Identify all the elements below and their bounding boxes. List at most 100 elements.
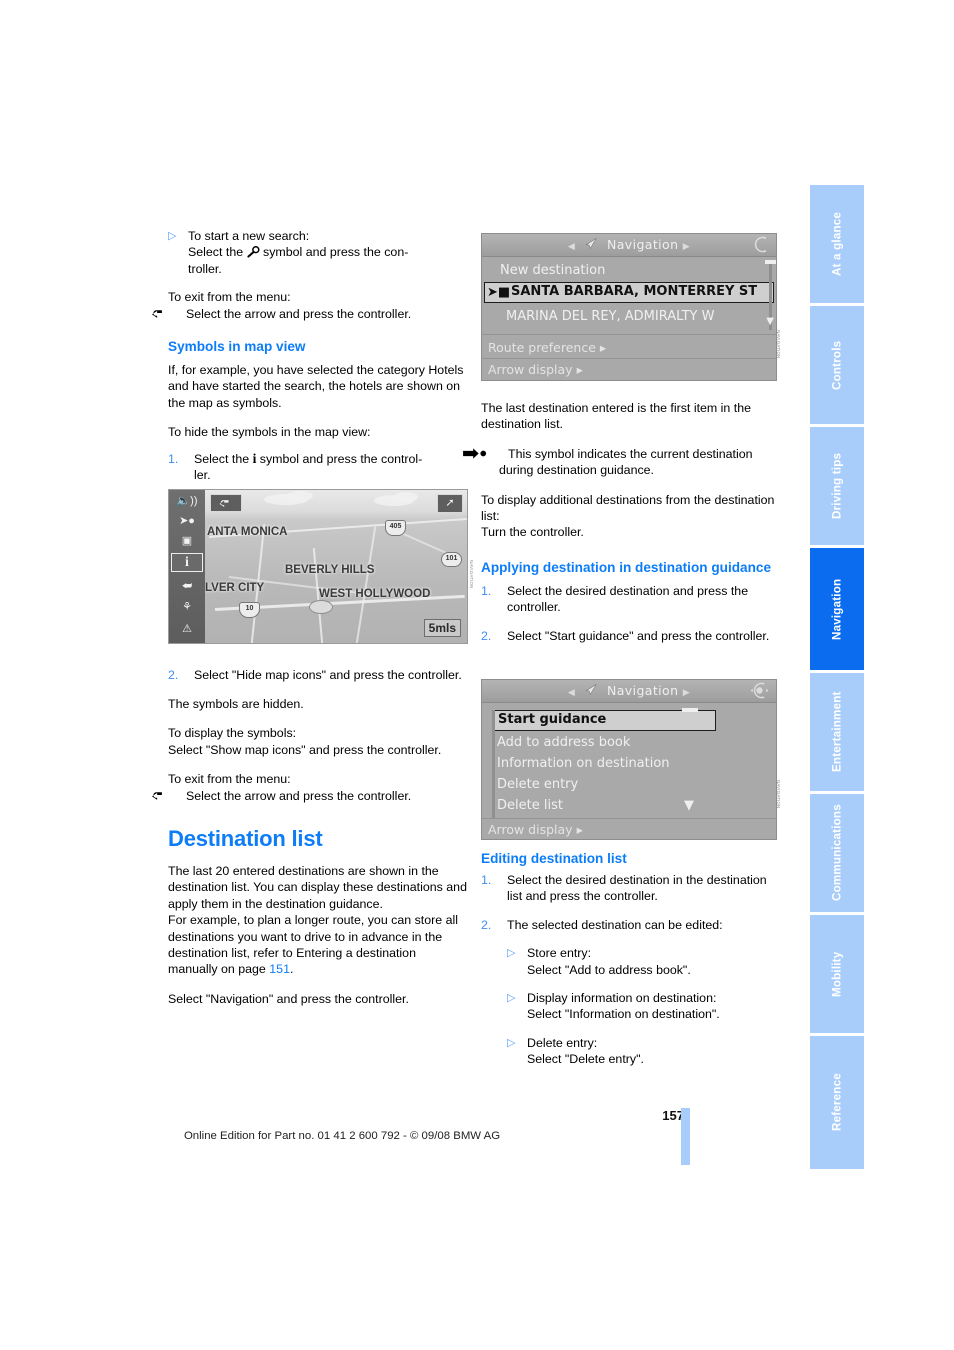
hide-symbols-step-2: 2. Select "Hide map icons" and press the… <box>168 667 468 683</box>
chevron-right-icon[interactable]: ▶ <box>683 688 690 698</box>
applying-step-2: 2. Select "Start guidance" and press the… <box>481 628 781 644</box>
map-view-screenshot: 405 101 10 ANTA MONICA BEVERLY HILLS LVE… <box>168 489 468 644</box>
right-column: The last destination entered is the firs… <box>463 400 781 656</box>
sidebar-tab-mobility[interactable]: Mobility <box>810 915 864 1033</box>
map-label: WEST HOLLYWOOD <box>319 588 431 600</box>
sidebar-tab-navigation[interactable]: Navigation <box>810 548 864 670</box>
destination-list-paragraph-2: For example, to plan a longer route, you… <box>168 912 468 978</box>
map-back-arrow-button[interactable] <box>210 494 242 512</box>
tab-label: Driving tips <box>830 452 844 520</box>
idrive-title: Navigation <box>606 237 679 252</box>
figure-code-nav1: NAVIGATION <box>776 330 781 359</box>
step-number: 2. <box>481 628 492 643</box>
back-arrow-icon <box>152 307 183 318</box>
scroll-down-arrow-icon[interactable]: ▼ <box>684 798 694 813</box>
destination-list-paragraph-3: Select "Navigation" and press the contro… <box>168 991 409 1006</box>
scrollbar-track-left[interactable] <box>492 710 495 818</box>
menu-item-route-preference[interactable]: Route preference ▸ <box>488 340 606 355</box>
chevron-left-icon[interactable]: ◀ <box>568 688 575 698</box>
menu-item-information-on-destination[interactable]: Information on destination <box>497 753 770 774</box>
destination-arrow-icon[interactable]: ➤● <box>172 513 202 530</box>
bullet-new-search: ▷ To start a new search: Select the symb… <box>168 228 468 277</box>
current-destination-arrow-icon: ➤■ <box>487 285 511 300</box>
map-label: ANTA MONICA <box>207 526 288 538</box>
tab-label: Controls <box>830 340 844 390</box>
sidebar-tab-controls[interactable]: Controls <box>810 306 864 424</box>
exit-menu-action-text-2: Select the arrow and press the controlle… <box>186 788 412 803</box>
junction-icon[interactable]: ⚘ <box>172 599 202 616</box>
symbols-hidden-text: The symbols are hidden. <box>168 696 304 711</box>
page-reference-link[interactable]: 151 <box>269 962 290 976</box>
navigation-compass-icon <box>584 235 598 257</box>
footer-edition-text: Online Edition for Part no. 01 41 2 600 … <box>183 1130 501 1142</box>
right-p3-line1: To display additional destinations from … <box>481 492 775 524</box>
applying-step-1: 1. Select the desired destination and pr… <box>481 583 781 616</box>
map-label: LVER CITY <box>205 582 265 594</box>
footer-accent-bar <box>681 1108 690 1165</box>
highway-shield-101: 101 <box>441 552 462 567</box>
menu-item-add-to-address-book[interactable]: Add to address book <box>497 732 770 753</box>
navigation-compass-icon <box>584 681 598 703</box>
warning-icon[interactable]: ⚠ <box>172 621 202 638</box>
figure-code-nav2: NAVIGATION <box>776 780 781 809</box>
scroll-down-arrow-icon[interactable]: ▼ <box>766 316 774 327</box>
sidebar-tab-communications[interactable]: Communications <box>810 794 864 912</box>
exit-menu-intro-2: To exit from the menu: <box>168 772 291 787</box>
heading-destination-list: Destination list <box>168 825 323 851</box>
map-north-arrow-icon[interactable]: ➚ <box>437 494 463 513</box>
substep-line2: Select "Add to address book". <box>527 962 691 977</box>
sidebar-tab-entertainment[interactable]: Entertainment <box>810 673 864 791</box>
chevron-right-icon: ▸ <box>599 340 607 355</box>
tab-label: Entertainment <box>830 691 844 773</box>
sidebar-tab-at-a-glance[interactable]: At a glance <box>810 185 864 303</box>
chevron-right-icon[interactable]: ▶ <box>683 242 690 252</box>
menu-item-arrow-display[interactable]: Arrow display ▸ <box>488 362 583 377</box>
idrive-header: ◀ Navigation ▶ <box>482 680 776 703</box>
menu-item-start-guidance[interactable]: Start guidance <box>492 710 716 731</box>
substep-line2: Select "Delete entry". <box>527 1052 644 1067</box>
speaker-icon[interactable]: 🔈)) <box>172 493 202 510</box>
heading-applying-destination: Applying destination in destination guid… <box>481 559 772 575</box>
destination-list-paragraph-1: The last 20 entered destinations are sho… <box>168 863 467 911</box>
highway-shield-10: 10 <box>239 602 260 618</box>
vehicle-position-marker <box>309 600 333 614</box>
exit-menu-action-text-1: Select the arrow and press the controlle… <box>186 306 412 321</box>
display-symbols-action: Select "Show map icons" and press the co… <box>168 742 442 757</box>
navigation-menu-screenshot: ◀ Navigation ▶ New destination ➤■SANTA B… <box>481 233 777 381</box>
route-icon[interactable]: ⮨ <box>172 578 202 595</box>
tab-label: Mobility <box>830 951 844 997</box>
scrollbar-thumb[interactable] <box>765 260 776 264</box>
menu-item-santa-barbara[interactable]: ➤■SANTA BARBARA, MONTERREY ST <box>484 282 774 303</box>
sidebar-tab-reference[interactable]: Reference <box>810 1036 864 1169</box>
menu-item-new-destination[interactable]: New destination <box>500 260 770 281</box>
step-body: Select "Hide map icons" and press the co… <box>194 668 462 683</box>
chevron-left-icon[interactable]: ◀ <box>568 242 575 252</box>
exit-menu-action-1: Select the arrow and press the controlle… <box>152 306 468 322</box>
scrollbar-thumb[interactable] <box>682 708 698 712</box>
back-arrow-icon <box>152 789 183 800</box>
step-body: Select "Start guidance" and press the co… <box>507 628 770 643</box>
search-icon <box>246 246 260 258</box>
step-number: 2. <box>481 917 492 932</box>
menu-divider <box>482 818 776 819</box>
submenu-label: Arrow display <box>488 362 573 377</box>
step1-post: symbol and press the control- <box>259 451 423 466</box>
current-destination-arrow-icon <box>463 447 505 459</box>
cloud-shape <box>287 491 313 501</box>
manual-page: ▷ To start a new search: Select the symb… <box>0 0 954 1350</box>
menu-item-arrow-display[interactable]: Arrow display ▸ <box>488 822 583 837</box>
menu-divider <box>482 358 776 359</box>
menu-item-delete-list[interactable]: Delete list <box>497 795 770 816</box>
right-paragraph-3: To display additional destinations from … <box>481 492 781 541</box>
substep-line1: Delete entry: <box>527 1035 598 1050</box>
menu-item-marina-del-rey[interactable]: MARINA DEL REY, ADMIRALTY W <box>506 306 770 327</box>
editing-substep-display-info: ▷ Display information on destination: Se… <box>507 990 781 1023</box>
info-icon[interactable]: i <box>171 553 203 572</box>
split-screen-icon[interactable]: ▣ <box>172 533 202 550</box>
highway-shield-405: 405 <box>385 520 406 536</box>
menu-item-delete-entry[interactable]: Delete entry <box>497 774 770 795</box>
idrive-header: ◀ Navigation ▶ <box>482 234 776 257</box>
sidebar-tab-driving-tips[interactable]: Driving tips <box>810 427 864 545</box>
triangle-bullet-icon: ▷ <box>507 992 516 1005</box>
editing-step-2: 2. The selected destination can be edite… <box>481 917 781 933</box>
